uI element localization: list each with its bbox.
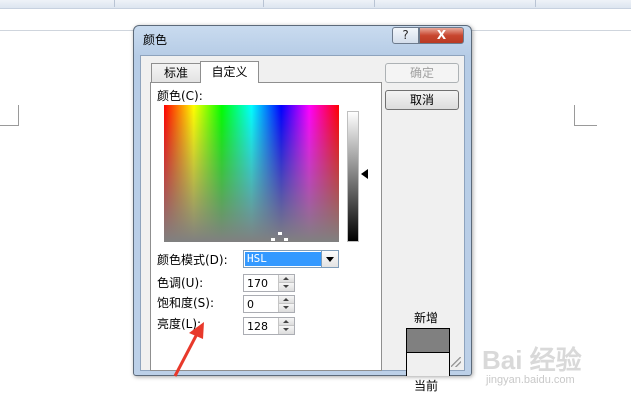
- page-corner-mark: [574, 105, 597, 126]
- crosshair-top: [278, 232, 282, 235]
- crosshair-left: [271, 238, 275, 241]
- help-button[interactable]: ?: [392, 27, 419, 44]
- watermark-logo: Bai 经验: [482, 345, 582, 375]
- color-model-label: 颜色模式(D):: [157, 253, 228, 267]
- toolbar-segment: [115, 0, 264, 7]
- page-corner-mark: [0, 105, 19, 126]
- hue-stepper[interactable]: 170: [243, 274, 295, 292]
- background-toolbar: [0, 0, 631, 9]
- colors-label: 颜色(C):: [157, 89, 203, 103]
- red-arrow-icon: [173, 322, 204, 377]
- hue-up-icon[interactable]: [279, 275, 294, 283]
- arrow-shaft: [173, 331, 200, 377]
- close-button[interactable]: X: [419, 27, 464, 44]
- baidu-watermark: Bai 经验 jingyan.baidu.com: [472, 340, 622, 396]
- color-model-value: HSL: [245, 252, 321, 266]
- saturation-label: 饱和度(S):: [157, 296, 215, 310]
- toolbar-segment: [375, 0, 536, 7]
- dialog-title: 颜色: [143, 33, 168, 47]
- resize-grip-icon[interactable]: [451, 357, 461, 367]
- saturation-value[interactable]: 0: [247, 297, 254, 312]
- current-color-label: 当前: [414, 379, 439, 393]
- new-color-swatch: [407, 329, 449, 352]
- luminance-slider[interactable]: [347, 111, 359, 242]
- cancel-button[interactable]: 取消: [385, 90, 459, 110]
- toolbar-segment: [62, 0, 115, 7]
- saturation-down-icon[interactable]: [279, 304, 294, 312]
- tab-custom[interactable]: 自定义: [200, 61, 259, 83]
- hue-label: 色调(U):: [157, 276, 204, 290]
- chevron-down-icon[interactable]: [321, 251, 338, 267]
- watermark-url: jingyan.baidu.com: [486, 374, 575, 386]
- hue-down-icon[interactable]: [279, 283, 294, 291]
- luminance-up-icon[interactable]: [279, 318, 294, 326]
- color-spectrum[interactable]: [164, 105, 339, 242]
- ok-button[interactable]: 确定: [385, 63, 459, 83]
- color-model-select[interactable]: HSL: [243, 250, 339, 268]
- saturation-up-icon[interactable]: [279, 296, 294, 304]
- toolbar-segment: [264, 0, 375, 7]
- luminance-down-icon[interactable]: [279, 326, 294, 334]
- luminance-stepper[interactable]: 128: [243, 317, 295, 335]
- luminance-arrow-icon[interactable]: [361, 169, 368, 179]
- color-preview: [406, 328, 450, 376]
- current-color-swatch: [407, 352, 449, 376]
- crosshair-right: [284, 238, 288, 241]
- new-color-label: 新增: [414, 311, 439, 325]
- hue-value[interactable]: 170: [247, 276, 268, 291]
- saturation-stepper[interactable]: 0: [243, 295, 295, 313]
- tab-standard[interactable]: 标准: [151, 63, 201, 83]
- luminance-value[interactable]: 128: [247, 319, 268, 334]
